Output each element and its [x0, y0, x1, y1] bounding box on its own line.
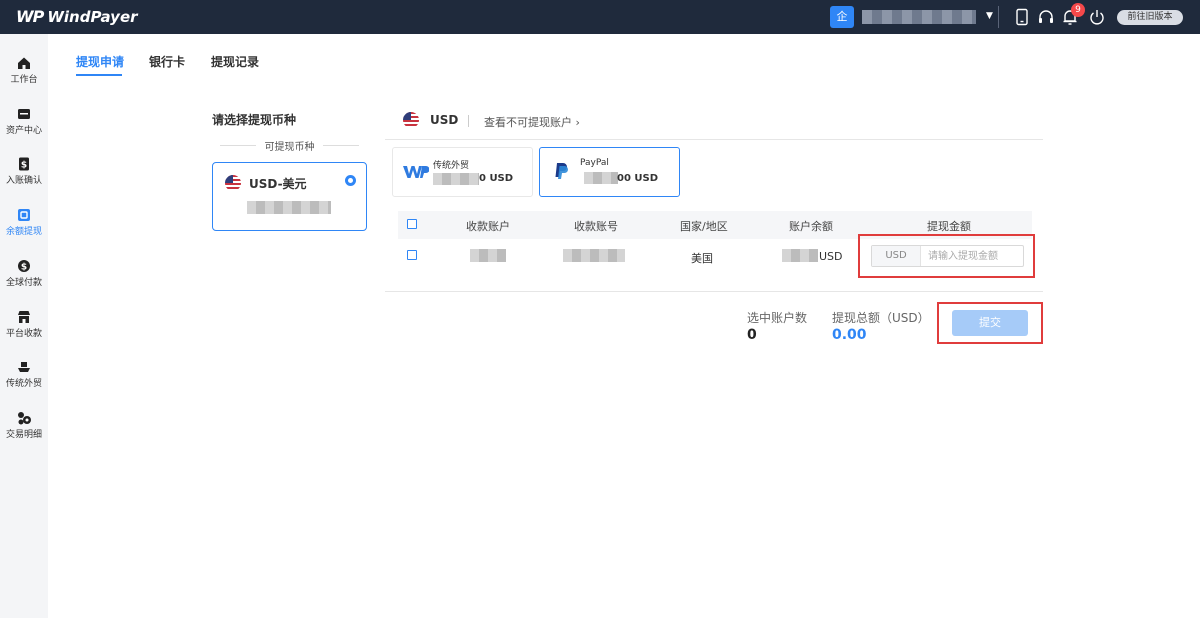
headset-icon[interactable]	[1037, 8, 1055, 26]
sidebar-item-traditional-trade[interactable]: 传统外贸	[0, 360, 48, 400]
channel-amount-suffix: 0 USD	[479, 173, 514, 184]
highlight-amount-box	[858, 234, 1035, 278]
selected-currency-code: USD	[430, 113, 459, 127]
column-header: 国家/地区	[680, 220, 728, 233]
logo-text: WindPayer	[47, 7, 138, 26]
sidebar-item-label: 平台收款	[5, 329, 42, 339]
tab-withdraw-records[interactable]: 提现记录	[211, 53, 259, 70]
divider	[998, 6, 999, 28]
available-currency-caption: 可提现币种	[212, 138, 367, 153]
selected-radio-icon[interactable]	[345, 175, 356, 186]
tablet-icon[interactable]	[1013, 8, 1031, 26]
country-cell: 美国	[691, 252, 713, 265]
chevron-down-icon[interactable]: ▼	[986, 11, 993, 21]
select-all-checkbox[interactable]	[407, 219, 417, 229]
channel-name: 传统外贸	[433, 161, 470, 171]
logo[interactable]: WP WindPayer	[16, 7, 138, 26]
wp-logo-icon	[403, 165, 430, 182]
sidebar-item-label: 工作台	[10, 75, 38, 85]
top-bar: WP WindPayer 企 ▼ 9 前往旧版本	[0, 0, 1200, 34]
column-header: 账户余额	[789, 220, 833, 233]
transactions-icon	[17, 411, 31, 425]
redacted-amount	[433, 173, 479, 185]
sidebar-item-dashboard[interactable]: 工作台	[0, 56, 48, 96]
tab-bank-card[interactable]: 银行卡	[149, 53, 185, 70]
selected-count-label: 选中账户数	[747, 311, 808, 325]
logo-mark: WP	[16, 7, 44, 26]
column-header: 收款账户	[466, 220, 510, 233]
selected-count-value: 0	[747, 327, 757, 343]
store-icon	[17, 310, 31, 324]
sidebar-item-label: 交易明细	[5, 430, 42, 440]
currency-card-usd[interactable]: USD-美元	[212, 162, 367, 231]
channel-card-paypal[interactable]: PayPal 00 USD	[539, 147, 680, 197]
sidebar-item-withdraw[interactable]: 余额提现	[0, 208, 48, 248]
balance-currency: USD	[819, 250, 843, 263]
tab-withdraw-request[interactable]: 提现申请	[76, 53, 124, 70]
coin-icon: $	[17, 259, 31, 273]
home-icon	[17, 56, 31, 70]
notification-badge: 9	[1071, 3, 1085, 17]
link-label: 查看不可提现账户	[484, 116, 572, 129]
submit-button[interactable]: 提交	[952, 310, 1028, 336]
total-amount-value: 0.00	[832, 327, 867, 343]
paypal-icon	[554, 162, 568, 183]
dollar-doc-icon: $	[17, 157, 31, 171]
redacted-account-number	[563, 249, 625, 262]
chevron-right-icon: ›	[575, 116, 580, 129]
company-icon[interactable]: 企	[830, 6, 854, 28]
view-unavailable-accounts-link[interactable]: 查看不可提现账户 ›	[484, 114, 580, 130]
redacted-amount	[584, 172, 618, 184]
divider	[385, 139, 1043, 140]
sidebar-item-label: 传统外贸	[5, 379, 42, 389]
redacted-balance	[782, 249, 818, 262]
currency-label: USD-美元	[249, 177, 307, 191]
channel-card-traditional-trade[interactable]: 传统外贸 0 USD	[392, 147, 533, 197]
sidebar-item-receipt-confirm[interactable]: $ 入账确认	[0, 157, 48, 197]
active-tab-indicator	[76, 74, 122, 76]
withdraw-icon	[17, 208, 31, 222]
divider	[385, 291, 1043, 292]
redacted-balance	[247, 201, 331, 214]
divider	[468, 115, 469, 127]
sidebar-item-assets[interactable]: 资产中心	[0, 107, 48, 147]
us-flag-icon	[403, 112, 419, 128]
svg-text:$: $	[21, 262, 27, 272]
total-amount-label: 提现总额（USD）	[832, 311, 930, 325]
sidebar-item-label: 入账确认	[5, 176, 42, 186]
us-flag-icon	[225, 175, 241, 191]
sidebar-item-transactions[interactable]: 交易明细	[0, 411, 48, 451]
column-header: 收款账号	[574, 220, 618, 233]
currency-section-title: 请选择提现币种	[212, 113, 297, 127]
company-name-redacted[interactable]	[862, 10, 976, 24]
sidebar-item-label: 资产中心	[5, 126, 42, 136]
wallet-icon	[17, 107, 31, 121]
sidebar-item-platform-collection[interactable]: 平台收款	[0, 310, 48, 350]
svg-text:$: $	[21, 161, 27, 171]
sidebar-item-label: 余额提现	[5, 227, 42, 237]
ship-icon	[17, 360, 31, 374]
channel-name: PayPal	[580, 158, 609, 168]
sidebar-item-label: 全球付款	[5, 278, 42, 288]
row-checkbox[interactable]	[407, 250, 417, 260]
power-icon[interactable]	[1088, 8, 1106, 26]
channel-amount-suffix: 00 USD	[617, 173, 659, 184]
sidebar-item-global-payment[interactable]: $ 全球付款	[0, 259, 48, 299]
old-version-button[interactable]: 前往旧版本	[1117, 10, 1183, 25]
redacted-payee-account	[470, 249, 506, 262]
sidebar: 工作台 资产中心 $ 入账确认 余额提现 $ 全球付款 平台收款 传统外贸 交易…	[0, 34, 48, 618]
column-header: 提现金额	[927, 220, 971, 233]
